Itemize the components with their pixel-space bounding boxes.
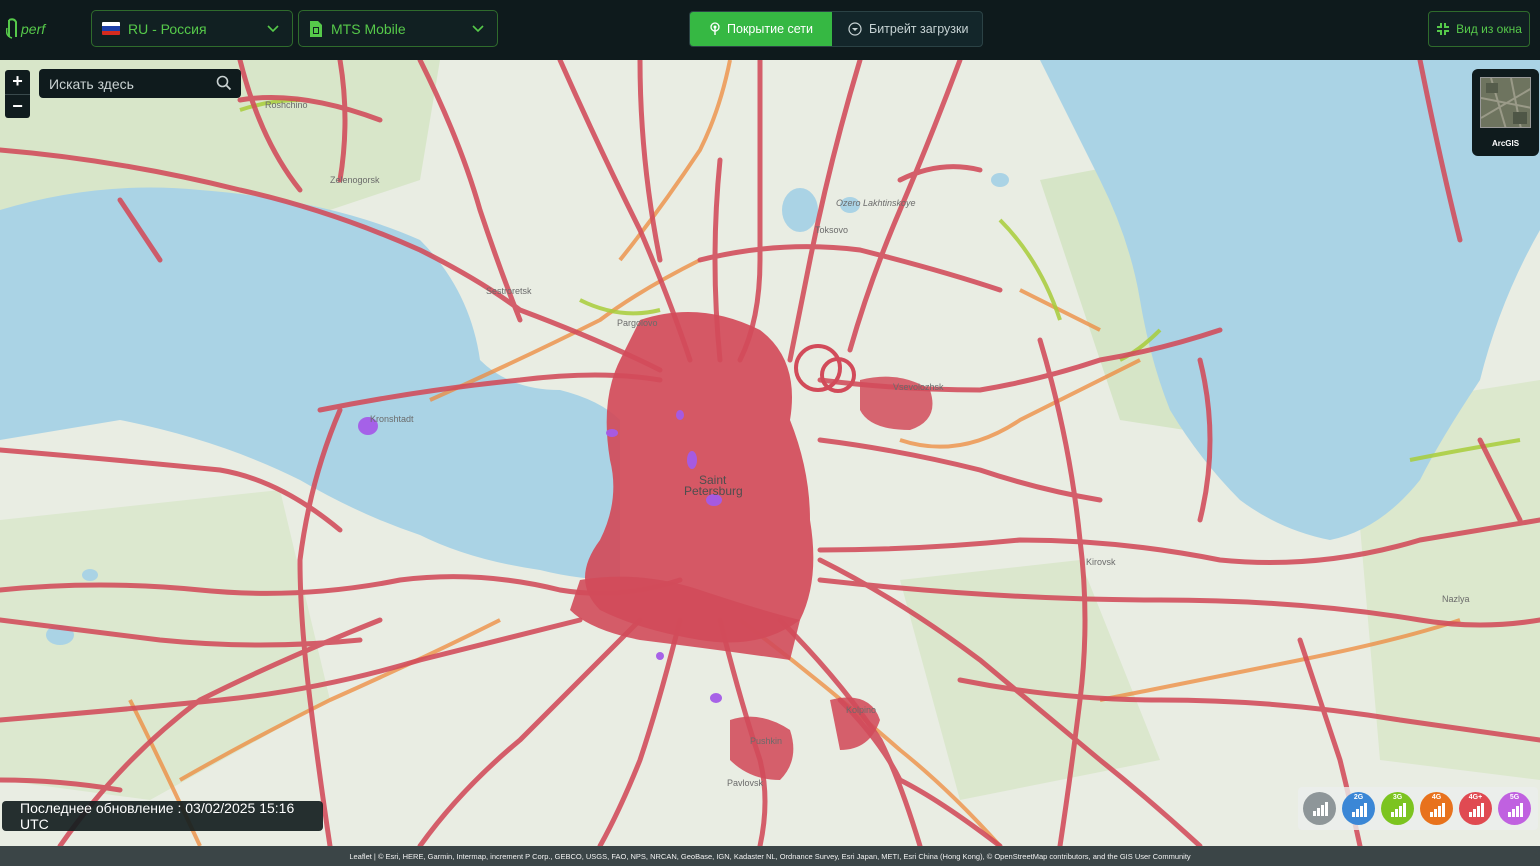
coverage-map[interactable]: Roshchino Zelenogorsk Sestroretsk Pargol… [0,60,1540,846]
place-label: Pavlovsk [727,778,764,788]
legend-4gplus-label: 4G+ [1468,794,1483,801]
map-attribution: Leaflet | © Esri, HERE, Garmin, Intermap… [0,846,1540,866]
zoom-in-button[interactable]: + [5,70,30,94]
search-icon[interactable] [216,75,232,91]
place-label: Nazlya [1442,594,1470,604]
search-input[interactable] [39,75,209,92]
zoom-out-button[interactable]: − [5,94,30,118]
basemap-switcher[interactable]: ArcGIS [1472,69,1539,156]
place-label: Kolpino [846,705,876,715]
window-view-label: Вид из окна [1456,22,1522,36]
place-label: Roshchino [265,100,308,110]
legend-item-4g[interactable]: 4G [1420,792,1453,825]
basemap-thumbnail [1480,77,1531,128]
tab-network-coverage[interactable]: Покрытие сети [690,12,832,46]
legend-5g-label: 5G [1509,794,1520,801]
place-label: Toksovo [815,225,848,235]
chevron-down-icon [267,25,279,33]
legend-2g-label: 2G [1353,794,1364,801]
operator-label: MTS Mobile [331,20,406,37]
legend-item-no-signal[interactable] [1303,792,1336,825]
svg-text:perf: perf [20,21,47,37]
basemap-label: ArcGIS [1491,139,1520,148]
signal-off-icon [1313,802,1328,816]
place-label: Petersburg [684,484,743,498]
place-label: Zelenogorsk [330,175,380,185]
tab-download-bitrate-label: Битрейт загрузки [869,22,969,36]
legend-item-2g[interactable]: 2G [1342,792,1375,825]
legend-3g-label: 3G [1392,794,1403,801]
window-view-button[interactable]: Вид из окна [1428,11,1530,47]
place-label: Pargolovo [617,318,658,328]
place-label: Kirovsk [1086,557,1116,567]
country-label: RU - Россия [128,20,207,37]
zoom-control: + − [5,70,30,118]
place-label: Sestroretsk [486,286,532,296]
place-label: Pushkin [750,736,782,746]
chevron-down-icon [472,25,484,33]
map-mode-tabs: Покрытие сети Битрейт загрузки [689,11,983,47]
legend-item-4gplus[interactable]: 4G+ [1459,792,1492,825]
russia-flag-icon [102,22,120,35]
last-update-status: Последнее обновление : 03/02/2025 15:16 … [2,800,323,832]
legend-4g-label: 4G [1431,794,1442,801]
collapse-icon [1437,23,1450,35]
place-label: Kronshtadt [370,414,414,424]
network-legend: 2G 3G 4G 4G+ 5G [1298,787,1538,830]
place-label: Vsevolozhsk [893,382,944,392]
download-circle-icon [848,22,862,36]
legend-item-5g[interactable]: 5G [1498,792,1531,825]
sim-card-icon [310,20,322,37]
map-canvas[interactable]: Roshchino Zelenogorsk Sestroretsk Pargol… [0,60,1540,846]
place-label: Ozero Lakhtinskoye [836,198,916,208]
tower-icon [710,22,720,35]
country-dropdown[interactable]: RU - Россия [91,10,293,47]
legend-item-3g[interactable]: 3G [1381,792,1414,825]
tab-download-bitrate[interactable]: Битрейт загрузки [832,12,982,46]
map-search-box [39,69,241,98]
tab-network-coverage-label: Покрытие сети [727,22,813,36]
operator-dropdown[interactable]: MTS Mobile [298,10,498,47]
nperf-logo[interactable]: perf [6,16,68,42]
top-bar: perf RU - Россия MTS Mobile Покрытие сет… [0,0,1540,60]
